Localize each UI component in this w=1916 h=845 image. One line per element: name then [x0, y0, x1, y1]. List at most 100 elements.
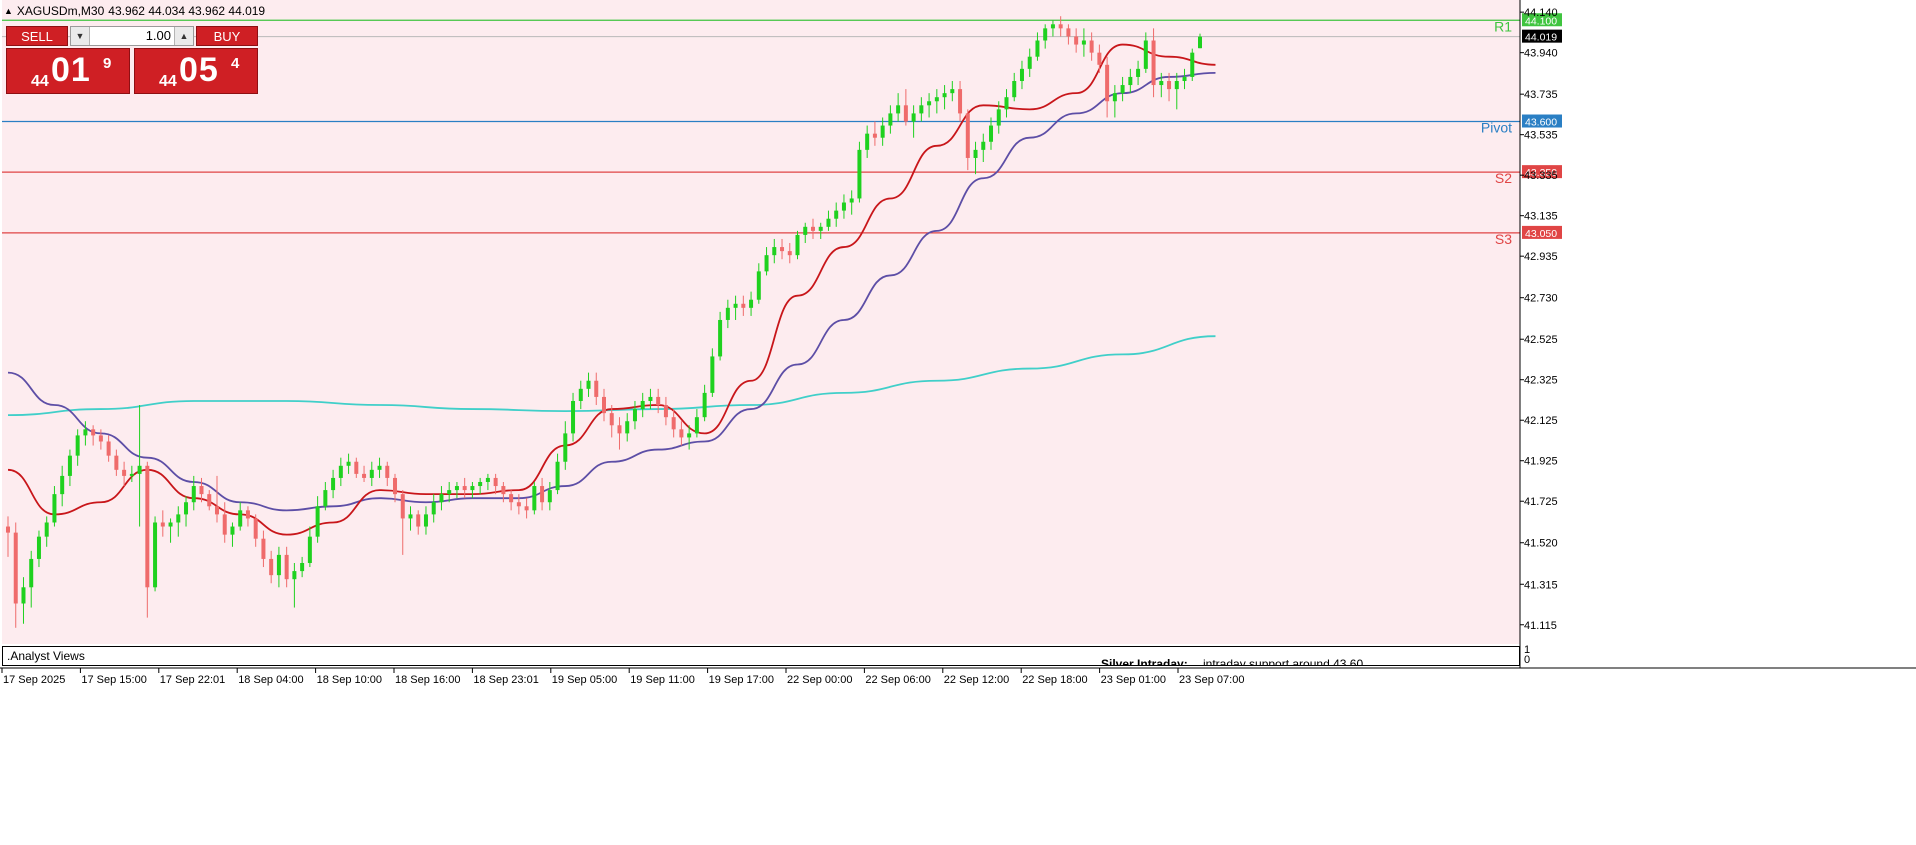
candle	[795, 230, 800, 260]
candle-body	[532, 486, 537, 511]
candle-body	[741, 303, 746, 308]
price-tick-label: 41.315	[1524, 579, 1558, 591]
candle-body	[1035, 40, 1040, 57]
candle-body	[1027, 56, 1032, 69]
candle-body	[214, 506, 219, 515]
candle-body	[408, 514, 413, 519]
candle-body	[478, 481, 483, 487]
lot-decrease-icon[interactable]: ▼	[71, 27, 90, 45]
candle-body	[1081, 40, 1086, 45]
lot-size-stepper[interactable]: ▼ 1.00 ▲	[70, 26, 194, 46]
candle-body	[1182, 76, 1187, 82]
candle-body	[756, 271, 761, 300]
sell-price-big-figure: 44	[31, 73, 49, 90]
candle	[857, 141, 862, 203]
candle	[532, 481, 537, 515]
candle-body	[400, 494, 405, 519]
time-tick-label: 23 Sep 01:00	[1101, 674, 1166, 686]
level-label-s3: S3	[1495, 231, 1512, 247]
buy-price-button[interactable]: 44 05 4	[134, 48, 258, 94]
candle-body	[1143, 40, 1148, 69]
candle-body	[1167, 81, 1172, 90]
candle-body	[199, 486, 204, 495]
candle-body	[230, 526, 235, 535]
buy-price-fraction: 4	[231, 55, 240, 72]
candle-body	[1050, 24, 1055, 29]
price-tick-label: 43.335	[1524, 170, 1558, 182]
sell-price-button[interactable]: 44 01 9	[6, 48, 130, 94]
candle-body	[989, 125, 994, 142]
candle-body	[725, 307, 730, 320]
candle-body	[1074, 36, 1079, 45]
level-label-r1: R1	[1494, 18, 1512, 34]
candle-body	[129, 473, 134, 476]
analyst-views-subwindow[interactable]: .Analyst Views Silver Intraday: intraday…	[2, 646, 1520, 666]
candle-body	[965, 113, 970, 158]
candle-body	[509, 494, 514, 503]
time-tick-label: 22 Sep 00:00	[787, 674, 852, 686]
sell-button[interactable]: SELL	[6, 26, 68, 46]
candle-body	[625, 421, 630, 434]
candle-body	[1058, 24, 1063, 29]
lot-size-value[interactable]: 1.00	[91, 27, 171, 45]
candle-body	[663, 405, 668, 418]
candle-body	[764, 255, 769, 272]
candle-body	[927, 101, 932, 106]
price-tick-label: 42.125	[1524, 415, 1558, 427]
sell-price-pips: 01	[51, 51, 91, 89]
candle-body	[718, 319, 723, 357]
candle-body	[261, 538, 266, 559]
candle-body	[501, 486, 506, 495]
candle-body	[36, 536, 41, 559]
candle-body	[896, 105, 901, 114]
lot-increase-icon[interactable]: ▲	[174, 27, 193, 45]
candle-body	[632, 409, 637, 422]
symbol-title: XAGUSDm,M30	[16, 4, 105, 18]
candle-body	[462, 486, 467, 491]
time-tick-label: 19 Sep 11:00	[630, 674, 695, 686]
candle-body	[137, 465, 142, 474]
candle-body	[83, 429, 88, 436]
time-tick-label: 17 Sep 2025	[3, 674, 65, 686]
symbol-header: ▲ XAGUSDm,M30 43.962 44.034 43.962 44.01…	[4, 4, 265, 18]
plot-background	[2, 0, 1520, 644]
candle-body	[1174, 81, 1179, 90]
candle-body	[114, 455, 119, 470]
candle-body	[1198, 36, 1202, 49]
collapse-triangle-icon[interactable]: ▲	[4, 6, 13, 16]
candle-body	[849, 198, 854, 203]
buy-button[interactable]: BUY	[196, 26, 258, 46]
time-tick-label: 23 Sep 07:00	[1179, 674, 1244, 686]
price-chart[interactable]: R1 44.100 Pivot 43.600 S2 43.350 S3 43.050 44.1…	[0, 0, 1916, 840]
candle-body	[1097, 52, 1102, 65]
candle-body	[176, 514, 181, 523]
candle-body	[416, 514, 421, 527]
candle-body	[323, 490, 328, 507]
price-axis: 44.140 43.940 43.735 43.535 43.335 43.135 42.9…	[1520, 7, 1562, 632]
candle-body	[617, 425, 622, 434]
candle-body	[222, 514, 227, 535]
candle-body	[911, 113, 916, 122]
candle-body	[91, 429, 96, 436]
candle-body	[648, 396, 653, 401]
candle-body	[679, 429, 684, 438]
candle-body	[377, 465, 382, 470]
candle-body	[29, 558, 34, 588]
candle-body	[702, 392, 707, 418]
candle-body	[369, 469, 374, 478]
candle-body	[75, 435, 80, 456]
candle-body	[981, 141, 986, 150]
time-tick-label: 18 Sep 04:00	[238, 674, 303, 686]
price-tick-label: 42.525	[1524, 334, 1558, 346]
candle-body	[338, 465, 343, 478]
candle-body	[1043, 28, 1048, 41]
candle-body	[555, 461, 560, 491]
candle-body	[787, 251, 792, 256]
candle-body	[687, 433, 692, 438]
candle-body	[1019, 68, 1024, 82]
candle-body	[749, 299, 754, 308]
chart-svg: R1 44.100Pivot 43.600S2 43.350S3 43.050 44.1…	[0, 0, 1916, 686]
candle-body	[253, 518, 258, 539]
price-tick-label: 43.135	[1524, 211, 1558, 223]
candle-body	[640, 400, 645, 410]
